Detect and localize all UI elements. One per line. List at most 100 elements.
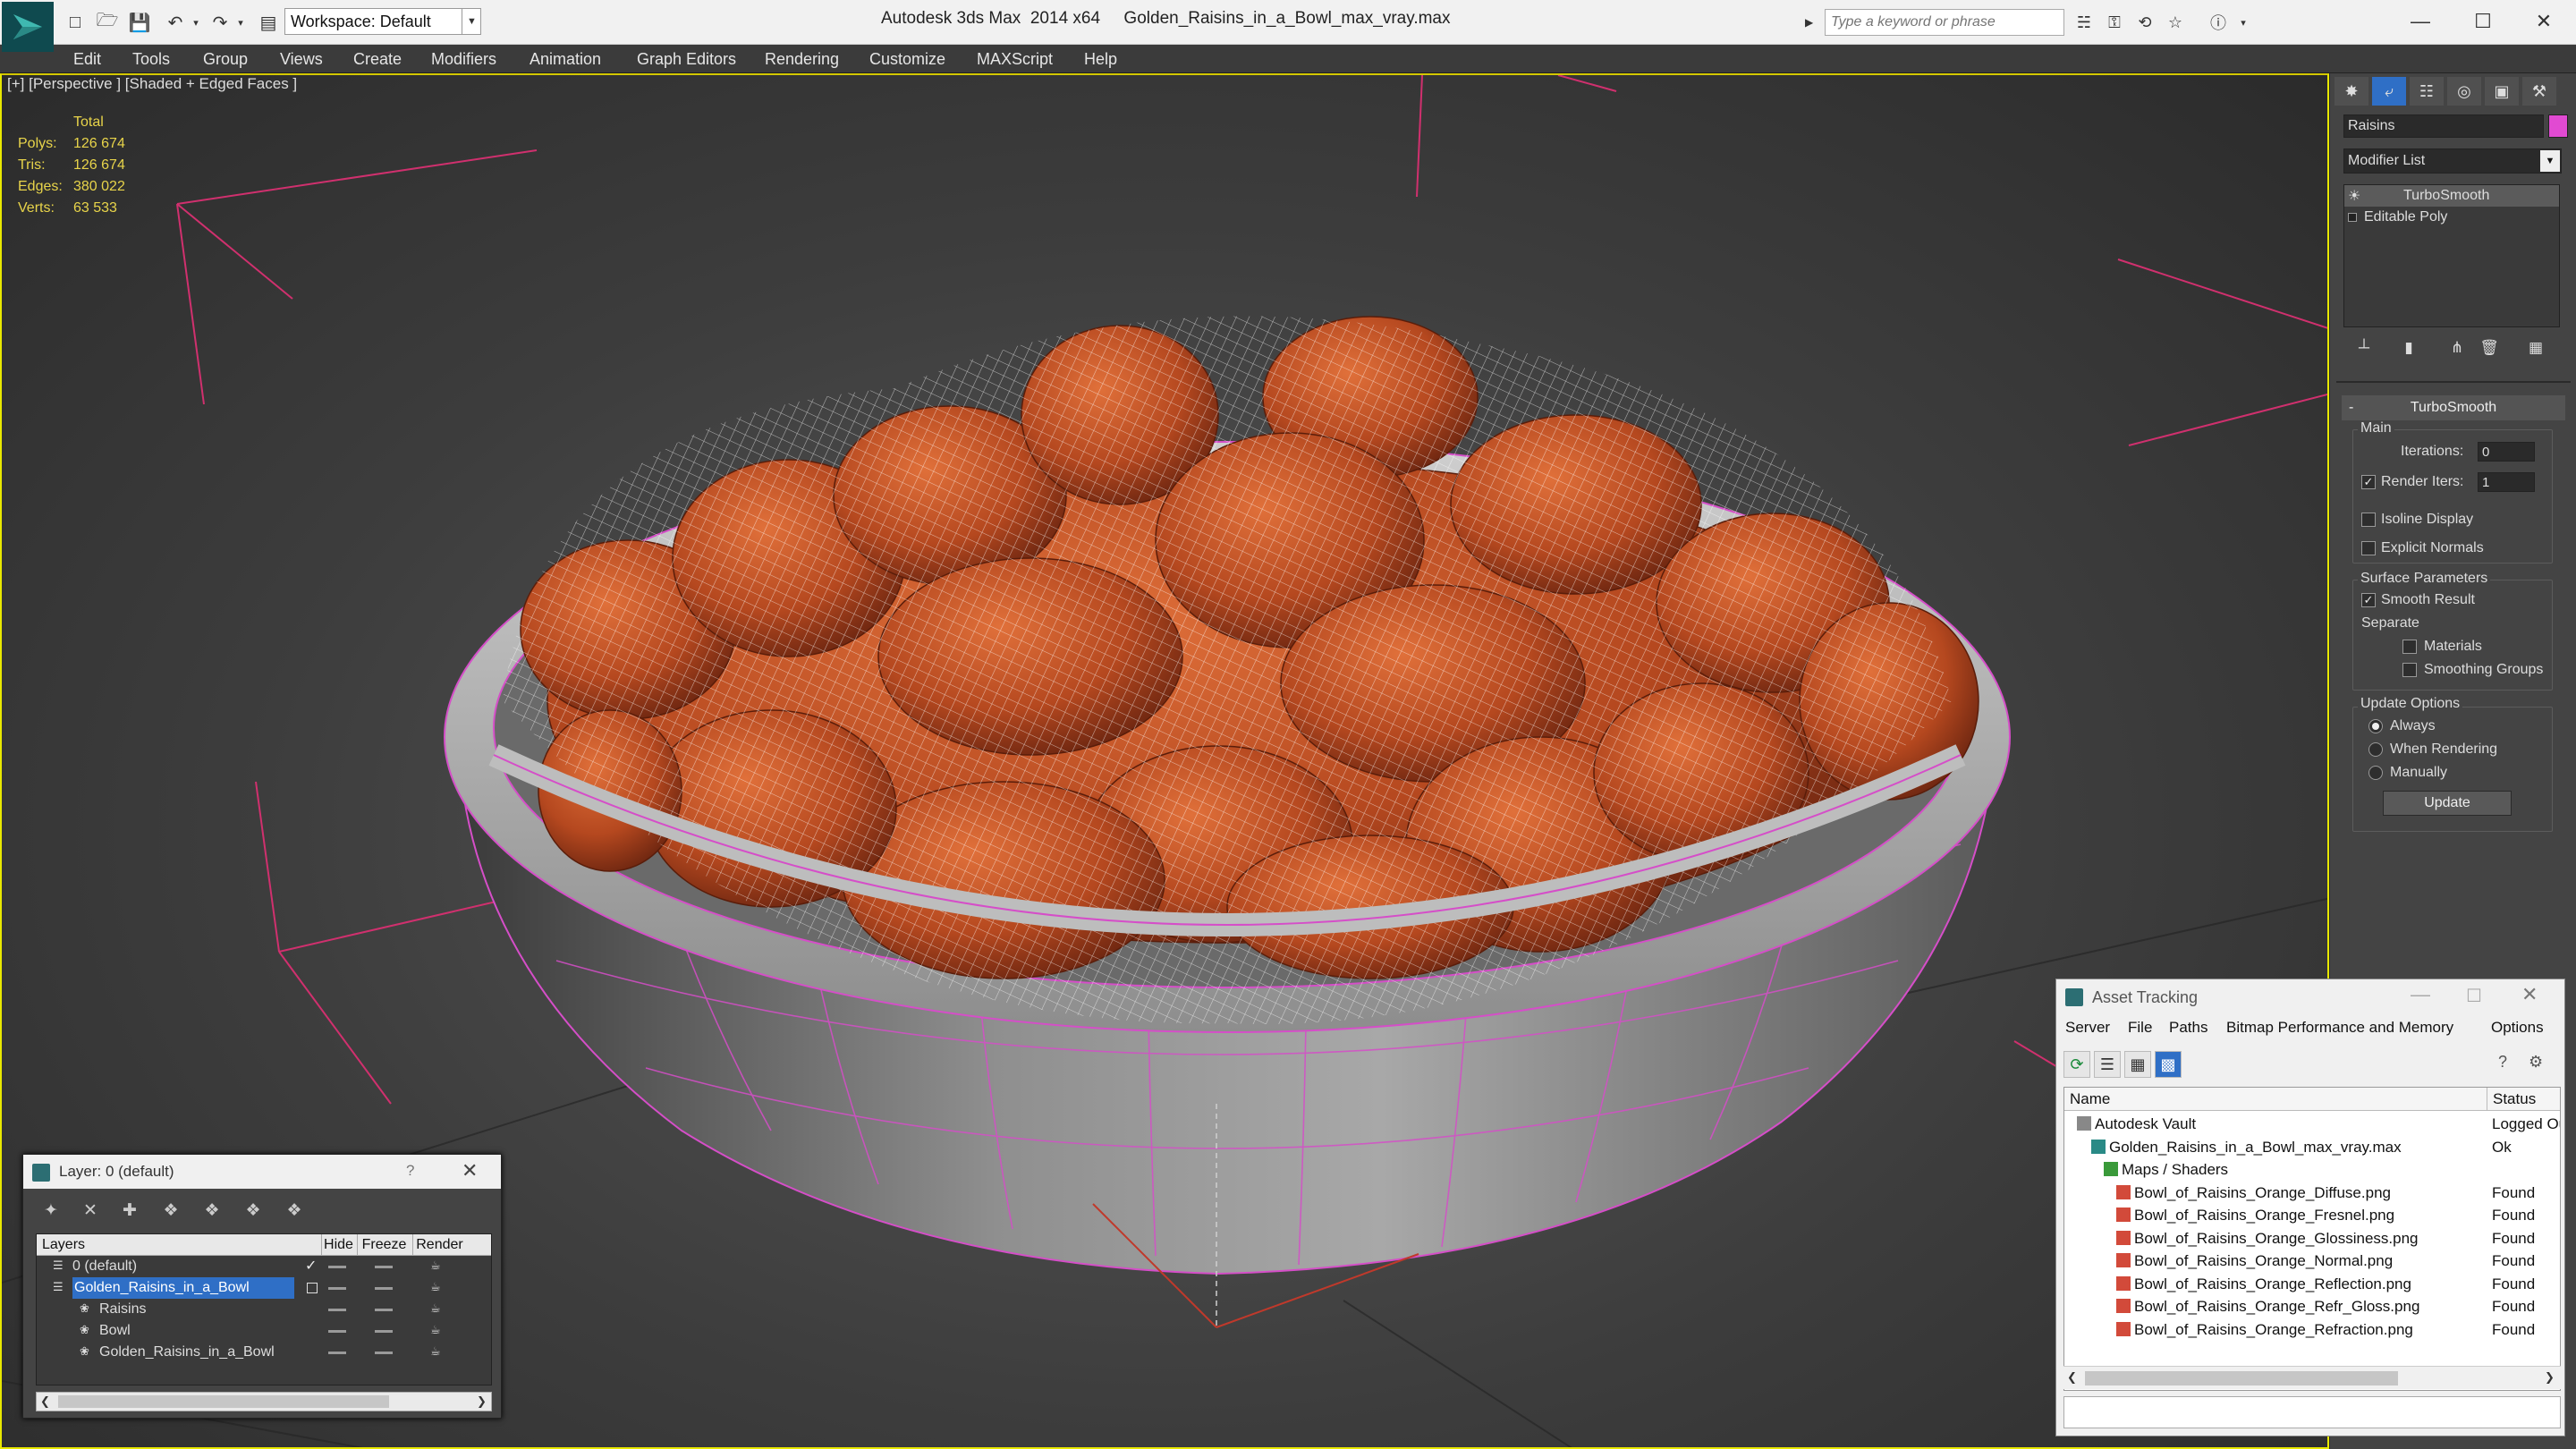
set-current-box[interactable] (307, 1283, 318, 1293)
freeze-toggle[interactable] (375, 1352, 393, 1354)
new-file-icon[interactable]: □ (63, 11, 88, 34)
asset-row[interactable]: Golden_Raisins_in_a_Bowl_max_vray.max Ok (2064, 1136, 2560, 1159)
layer-row[interactable]: ❀ Raisins ☕ (37, 1299, 491, 1320)
column-name[interactable]: Name (2070, 1088, 2110, 1111)
asset-row[interactable]: Bowl_of_Raisins_Orange_Refr_Gloss.png Fou… (2064, 1295, 2560, 1318)
horizontal-scrollbar[interactable]: ❮ ❯ (36, 1392, 492, 1411)
scroll-right-icon[interactable]: ❯ (477, 1394, 487, 1409)
menu-help[interactable]: Help (1082, 45, 1119, 73)
stack-item-turbosmooth[interactable]: ☀ TurboSmooth (2344, 185, 2559, 207)
maximize-icon[interactable]: ☐ (2466, 985, 2482, 1007)
hide-toggle[interactable] (328, 1266, 346, 1268)
list-view-icon[interactable]: ☰ (2094, 1051, 2121, 1078)
select-objects-icon[interactable]: ❖ (157, 1198, 184, 1223)
remove-modifier-icon[interactable]: 🗑 (2474, 335, 2504, 361)
modifier-list-dropdown[interactable]: Modifier List (2343, 148, 2562, 174)
column-hide[interactable]: Hide (321, 1234, 355, 1256)
column-freeze[interactable]: Freeze (357, 1234, 411, 1256)
asset-menu-server[interactable]: Server (2065, 1019, 2110, 1037)
hide-all-icon[interactable]: ❖ (240, 1198, 267, 1223)
iterations-spinner[interactable]: 0 (2478, 442, 2535, 462)
layer-dialog-titlebar[interactable]: Layer: 0 (default) ? ✕ (23, 1155, 501, 1189)
asset-menu-bitmap-performance[interactable]: Bitmap Performance and Memory (2226, 1019, 2453, 1037)
menu-rendering[interactable]: Rendering (763, 45, 841, 73)
freeze-toggle[interactable] (375, 1309, 393, 1311)
scroll-thumb[interactable] (58, 1395, 389, 1408)
close-icon[interactable]: ✕ (462, 1159, 478, 1182)
grid-view-icon[interactable]: ▩ (2155, 1051, 2182, 1078)
highlight-layer-icon[interactable]: ❖ (199, 1198, 225, 1223)
app-logo-icon[interactable] (2, 2, 54, 52)
settings-icon[interactable]: ⚙ (2529, 1053, 2543, 1072)
column-render[interactable]: Render (412, 1234, 466, 1256)
help-icon[interactable]: ? (406, 1162, 414, 1180)
help-icon[interactable]: ⓘ (2206, 11, 2231, 34)
asset-row[interactable]: Bowl_of_Raisins_Orange_Normal.png Found (2064, 1250, 2560, 1273)
close-icon[interactable]: ✕ (2521, 983, 2538, 1006)
asset-row[interactable]: Bowl_of_Raisins_Orange_Glossiness.png Fou… (2064, 1227, 2560, 1250)
asset-menu-file[interactable]: File (2128, 1019, 2152, 1037)
menu-modifiers[interactable]: Modifiers (429, 45, 498, 73)
exchange-icon[interactable]: ⟲ (2132, 11, 2157, 34)
smoothing-groups-checkbox[interactable] (2402, 663, 2417, 677)
render-iters-spinner[interactable]: 1 (2478, 472, 2535, 492)
freeze-toggle[interactable] (375, 1266, 393, 1268)
render-teapot-icon[interactable]: ☕ (430, 1324, 446, 1336)
menu-customize[interactable]: Customize (868, 45, 947, 73)
render-teapot-icon[interactable]: ☕ (430, 1302, 446, 1315)
motion-tab-icon[interactable]: ◎ (2447, 77, 2481, 106)
display-tab-icon[interactable]: ▣ (2485, 77, 2519, 106)
scroll-left-icon[interactable]: ❮ (40, 1394, 50, 1409)
minimize-icon[interactable]: — (2394, 5, 2447, 38)
layer-row[interactable]: ❀ Golden_Raisins_in_a_Bowl ☕ (37, 1342, 491, 1363)
isoline-checkbox[interactable] (2361, 513, 2376, 527)
table-view-icon[interactable]: ▦ (2124, 1051, 2151, 1078)
asset-row[interactable]: Bowl_of_Raisins_Orange_Fresnel.png Found (2064, 1204, 2560, 1227)
always-radio[interactable] (2368, 719, 2383, 733)
refresh-icon[interactable]: ⟳ (2063, 1051, 2090, 1078)
freeze-toggle[interactable] (375, 1330, 393, 1333)
menu-tools[interactable]: Tools (131, 45, 172, 73)
project-folder-icon[interactable]: ▤ (256, 11, 281, 34)
menu-edit[interactable]: Edit (72, 45, 103, 73)
hide-toggle[interactable] (328, 1309, 346, 1311)
close-icon[interactable]: ✕ (2517, 5, 2571, 38)
render-teapot-icon[interactable]: ☕ (430, 1281, 446, 1293)
freeze-toggle[interactable] (375, 1287, 393, 1290)
asset-row[interactable]: Maps / Shaders (2064, 1158, 2560, 1182)
lightbulb-icon[interactable]: ☀ (2348, 187, 2369, 205)
menu-create[interactable]: Create (352, 45, 403, 73)
object-color-swatch[interactable] (2548, 114, 2568, 138)
layer-row[interactable]: ☰ Golden_Raisins_in_a_Bowl ☕ (37, 1277, 491, 1299)
expand-arrow-icon[interactable]: ▶ (1805, 11, 1821, 34)
layer-row[interactable]: ❀ Bowl ☕ (37, 1320, 491, 1342)
asset-menu-options[interactable]: Options (2491, 1019, 2544, 1037)
horizontal-scrollbar[interactable]: ❮ ❯ (2063, 1366, 2561, 1389)
asset-row[interactable]: Autodesk Vault Logged Ou (2064, 1113, 2560, 1136)
help-dropdown-icon[interactable]: ▾ (2231, 11, 2256, 34)
expand-box-icon[interactable] (2348, 213, 2357, 222)
manually-radio[interactable] (2368, 766, 2383, 780)
hierarchy-tab-icon[interactable]: ☷ (2410, 77, 2444, 106)
save-file-icon[interactable]: 💾 (127, 11, 152, 34)
layer-row[interactable]: ☰ 0 (default) ✓ ☕ (37, 1256, 491, 1277)
asset-row[interactable]: Bowl_of_Raisins_Orange_Reflection.png Fou… (2064, 1273, 2560, 1296)
configure-sets-icon[interactable]: ▦ (2521, 335, 2551, 361)
utilities-tab-icon[interactable]: ⚒ (2522, 77, 2556, 106)
redo-dropdown-icon[interactable]: ▾ (228, 11, 253, 34)
asset-menu-paths[interactable]: Paths (2169, 1019, 2207, 1037)
maximize-icon[interactable]: ☐ (2456, 5, 2510, 38)
undo-dropdown-icon[interactable]: ▾ (183, 11, 208, 34)
column-status[interactable]: Status (2487, 1088, 2536, 1111)
menu-graph-editors[interactable]: Graph Editors (635, 45, 738, 73)
workspace-dropdown[interactable]: Workspace: Default (284, 8, 481, 35)
hide-toggle[interactable] (328, 1330, 346, 1333)
menu-maxscript[interactable]: MAXScript (975, 45, 1055, 73)
menu-group[interactable]: Group (201, 45, 250, 73)
scroll-thumb[interactable] (2085, 1371, 2398, 1385)
stack-item-editable-poly[interactable]: Editable Poly (2344, 207, 2559, 228)
pin-stack-icon[interactable]: ┴ (2349, 335, 2379, 361)
render-teapot-icon[interactable]: ☕ (430, 1345, 446, 1358)
render-iters-checkbox[interactable]: ✓ (2361, 475, 2376, 489)
current-layer-checkmark-icon[interactable]: ✓ (305, 1256, 317, 1277)
